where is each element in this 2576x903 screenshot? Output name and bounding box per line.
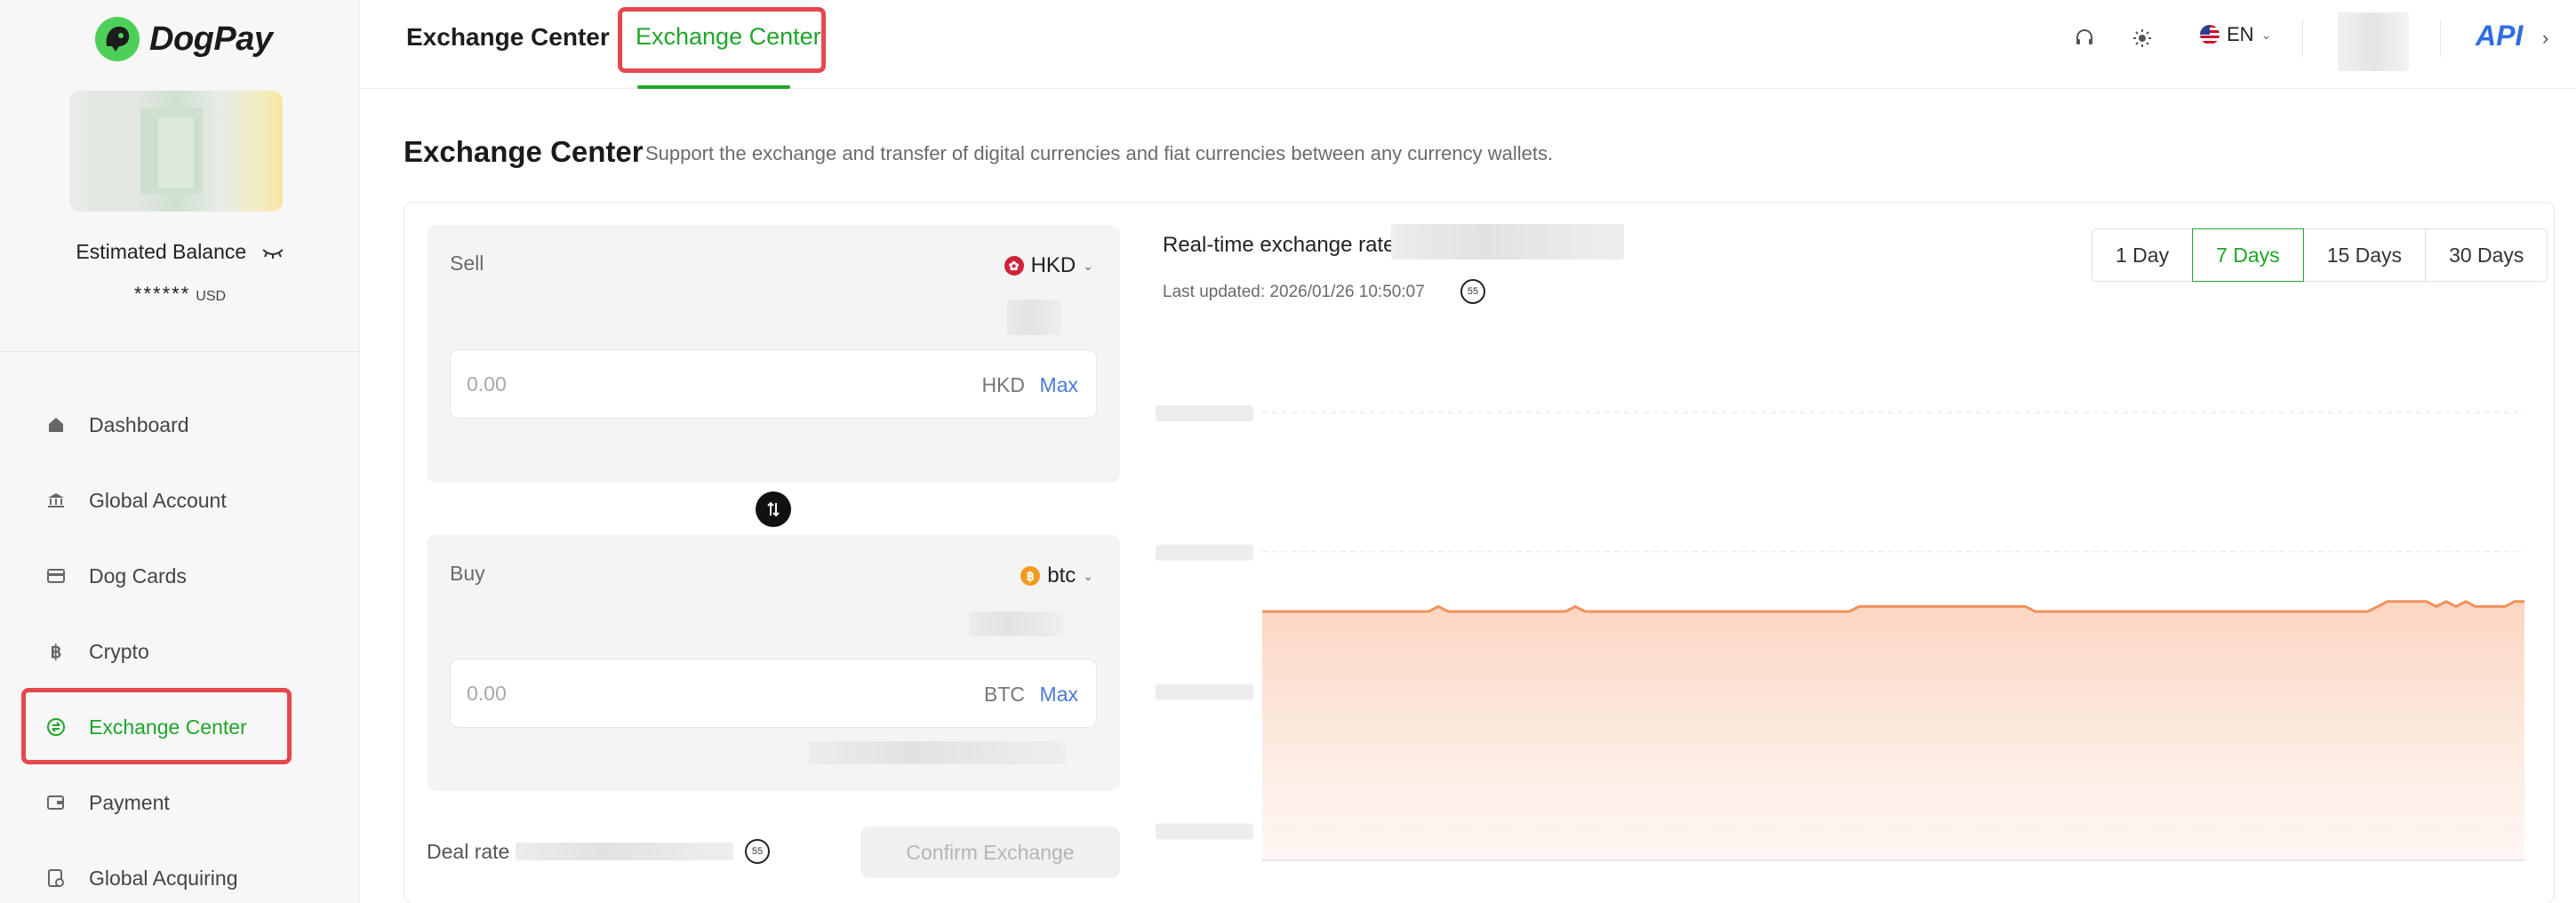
home-icon (46, 415, 66, 435)
buy-label: Buy (450, 562, 485, 585)
range-7-days-button[interactable]: 7 Days (2192, 228, 2304, 282)
headset-icon[interactable] (2071, 25, 2098, 52)
sidebar-item-label: Crypto (89, 639, 149, 663)
realtime-rate-value-blurred (1391, 224, 1624, 260)
exchange-rate-chart (1156, 405, 2524, 861)
buy-panel: Buy ฿ btc ⌄ BTC Max (427, 535, 1120, 791)
sidebar-item-label: Global Acquiring (89, 866, 238, 890)
balance-label-text: Estimated Balance (76, 240, 247, 263)
chevron-down-icon: ⌄ (2260, 27, 2272, 42)
header-title: Exchange Center (406, 23, 610, 51)
chart-y-labels-blurred (1156, 405, 1253, 840)
range-30-days-button[interactable]: 30 Days (2425, 228, 2548, 282)
sidebar-item-global-account[interactable]: Global Account (0, 469, 360, 531)
brand-name: DogPay (149, 20, 273, 58)
range-15-days-button[interactable]: 15 Days (2302, 228, 2427, 282)
buy-currency-select[interactable]: ฿ btc ⌄ (1020, 563, 1093, 588)
theme-sun-icon[interactable] (2129, 25, 2156, 52)
acquiring-icon (46, 868, 66, 888)
sidebar-item-global-acquiring[interactable]: Global Acquiring (0, 847, 360, 903)
buy-amount-input[interactable] (467, 659, 867, 727)
sell-amount-input[interactable] (467, 350, 867, 418)
card-icon (46, 566, 66, 586)
balance-value: ****** USD (0, 283, 360, 306)
buy-max-button[interactable]: Max (1040, 683, 1078, 707)
sell-amount-field[interactable]: HKD Max (450, 349, 1097, 419)
chevron-down-icon: ⌄ (1083, 258, 1093, 273)
active-tab-underline (637, 85, 790, 89)
page-title: Exchange Center (404, 135, 644, 168)
buy-info-blurred (809, 741, 1067, 764)
sidebar-item-payment[interactable]: Payment (0, 771, 360, 834)
time-range-selector: 1 Day 7 Days 15 Days 30 Days (2092, 228, 2548, 282)
chart-y-tick-label-blurred (1156, 405, 1253, 421)
user-profile-blurred[interactable] (2338, 12, 2409, 71)
api-link[interactable]: API (2476, 20, 2523, 52)
sidebar-nav: Dashboard Global Account Dog Cards ฿ Cry… (0, 394, 360, 903)
language-label: EN (2227, 23, 2254, 45)
balance-currency: USD (196, 289, 227, 304)
page-subtitle: Support the exchange and transfer of dig… (645, 142, 1554, 164)
sidebar-item-label: Dog Cards (89, 563, 187, 587)
language-selector[interactable]: EN ⌄ (2200, 23, 2271, 46)
us-flag-icon (2200, 25, 2220, 44)
refresh-timer-icon: 55 (745, 839, 770, 864)
header-separator (2302, 20, 2303, 57)
eye-closed-icon[interactable] (261, 241, 284, 265)
sell-panel: Sell ✿ HKD ⌄ HKD Max (427, 225, 1120, 483)
rate-timer-value: 55 (1467, 286, 1479, 297)
sell-label: Sell (450, 252, 484, 275)
chevron-down-icon: ⌄ (1083, 568, 1093, 583)
sidebar-item-dashboard[interactable]: Dashboard (0, 394, 360, 456)
sidebar-item-dog-cards[interactable]: Dog Cards (0, 545, 360, 607)
bitcoin-coin-icon: ฿ (1020, 566, 1041, 586)
sidebar-item-label: Exchange Center (89, 715, 247, 739)
last-updated-text: Last updated: 2026/01/26 10:50:07 (1163, 283, 1425, 301)
buy-currency-label: btc (1047, 563, 1076, 587)
balance-masked: ****** (133, 283, 191, 305)
sidebar: DogPay Estimated Balance ****** USD Dashb… (0, 0, 360, 903)
dog-logo-icon (95, 17, 140, 61)
header-separator (2440, 20, 2441, 57)
sidebar-item-exchange-center[interactable]: Exchange Center (0, 696, 360, 758)
sidebar-item-crypto[interactable]: ฿ Crypto (0, 620, 360, 683)
sidebar-item-label: Payment (89, 790, 170, 814)
hkd-flag-icon: ✿ (1004, 256, 1024, 276)
avatar (69, 91, 283, 212)
confirm-exchange-button[interactable]: Confirm Exchange (860, 827, 1120, 878)
sell-unit: HKD (981, 373, 1025, 396)
bank-icon (46, 491, 66, 510)
tab-exchange-center[interactable]: Exchange Center (636, 23, 821, 51)
sidebar-divider (0, 351, 360, 352)
chart-y-tick-label-blurred (1156, 544, 1253, 561)
range-1-day-button[interactable]: 1 Day (2092, 228, 2194, 282)
chart-y-tick-label-blurred (1156, 823, 1253, 840)
realtime-rate-label: Real-time exchange rate: (1163, 233, 1402, 257)
exchange-icon (46, 717, 66, 737)
bitcoin-icon: ฿ (50, 642, 62, 662)
chevron-right-icon[interactable]: › (2542, 27, 2548, 50)
deal-timer-value: 55 (751, 846, 764, 857)
buy-amount-field[interactable]: BTC Max (450, 659, 1097, 728)
estimated-balance-label: Estimated Balance (0, 240, 360, 265)
deal-rate-value-blurred (516, 843, 733, 860)
sell-currency-select[interactable]: ✿ HKD ⌄ (1004, 253, 1093, 278)
sell-balance-blurred (1006, 300, 1061, 335)
sidebar-item-label: Global Account (89, 488, 227, 512)
chart-area-fill (1262, 601, 2524, 860)
buy-balance-blurred (969, 611, 1063, 636)
swap-arrows-icon (767, 501, 780, 517)
top-header: Exchange Center Exchange Center EN ⌄ API… (360, 0, 2576, 89)
deal-rate-label: Deal rate (427, 840, 510, 863)
chart-y-tick-label-blurred (1156, 683, 1253, 700)
sell-max-button[interactable]: Max (1040, 373, 1078, 397)
rate-timer-icon: 55 (1460, 279, 1485, 304)
swap-button[interactable] (756, 491, 791, 527)
wallet-icon (46, 793, 66, 812)
buy-unit: BTC (984, 683, 1025, 706)
brand-logo[interactable]: DogPay (94, 16, 273, 62)
sell-currency-label: HKD (1030, 253, 1076, 277)
sidebar-item-label: Dashboard (89, 412, 189, 436)
